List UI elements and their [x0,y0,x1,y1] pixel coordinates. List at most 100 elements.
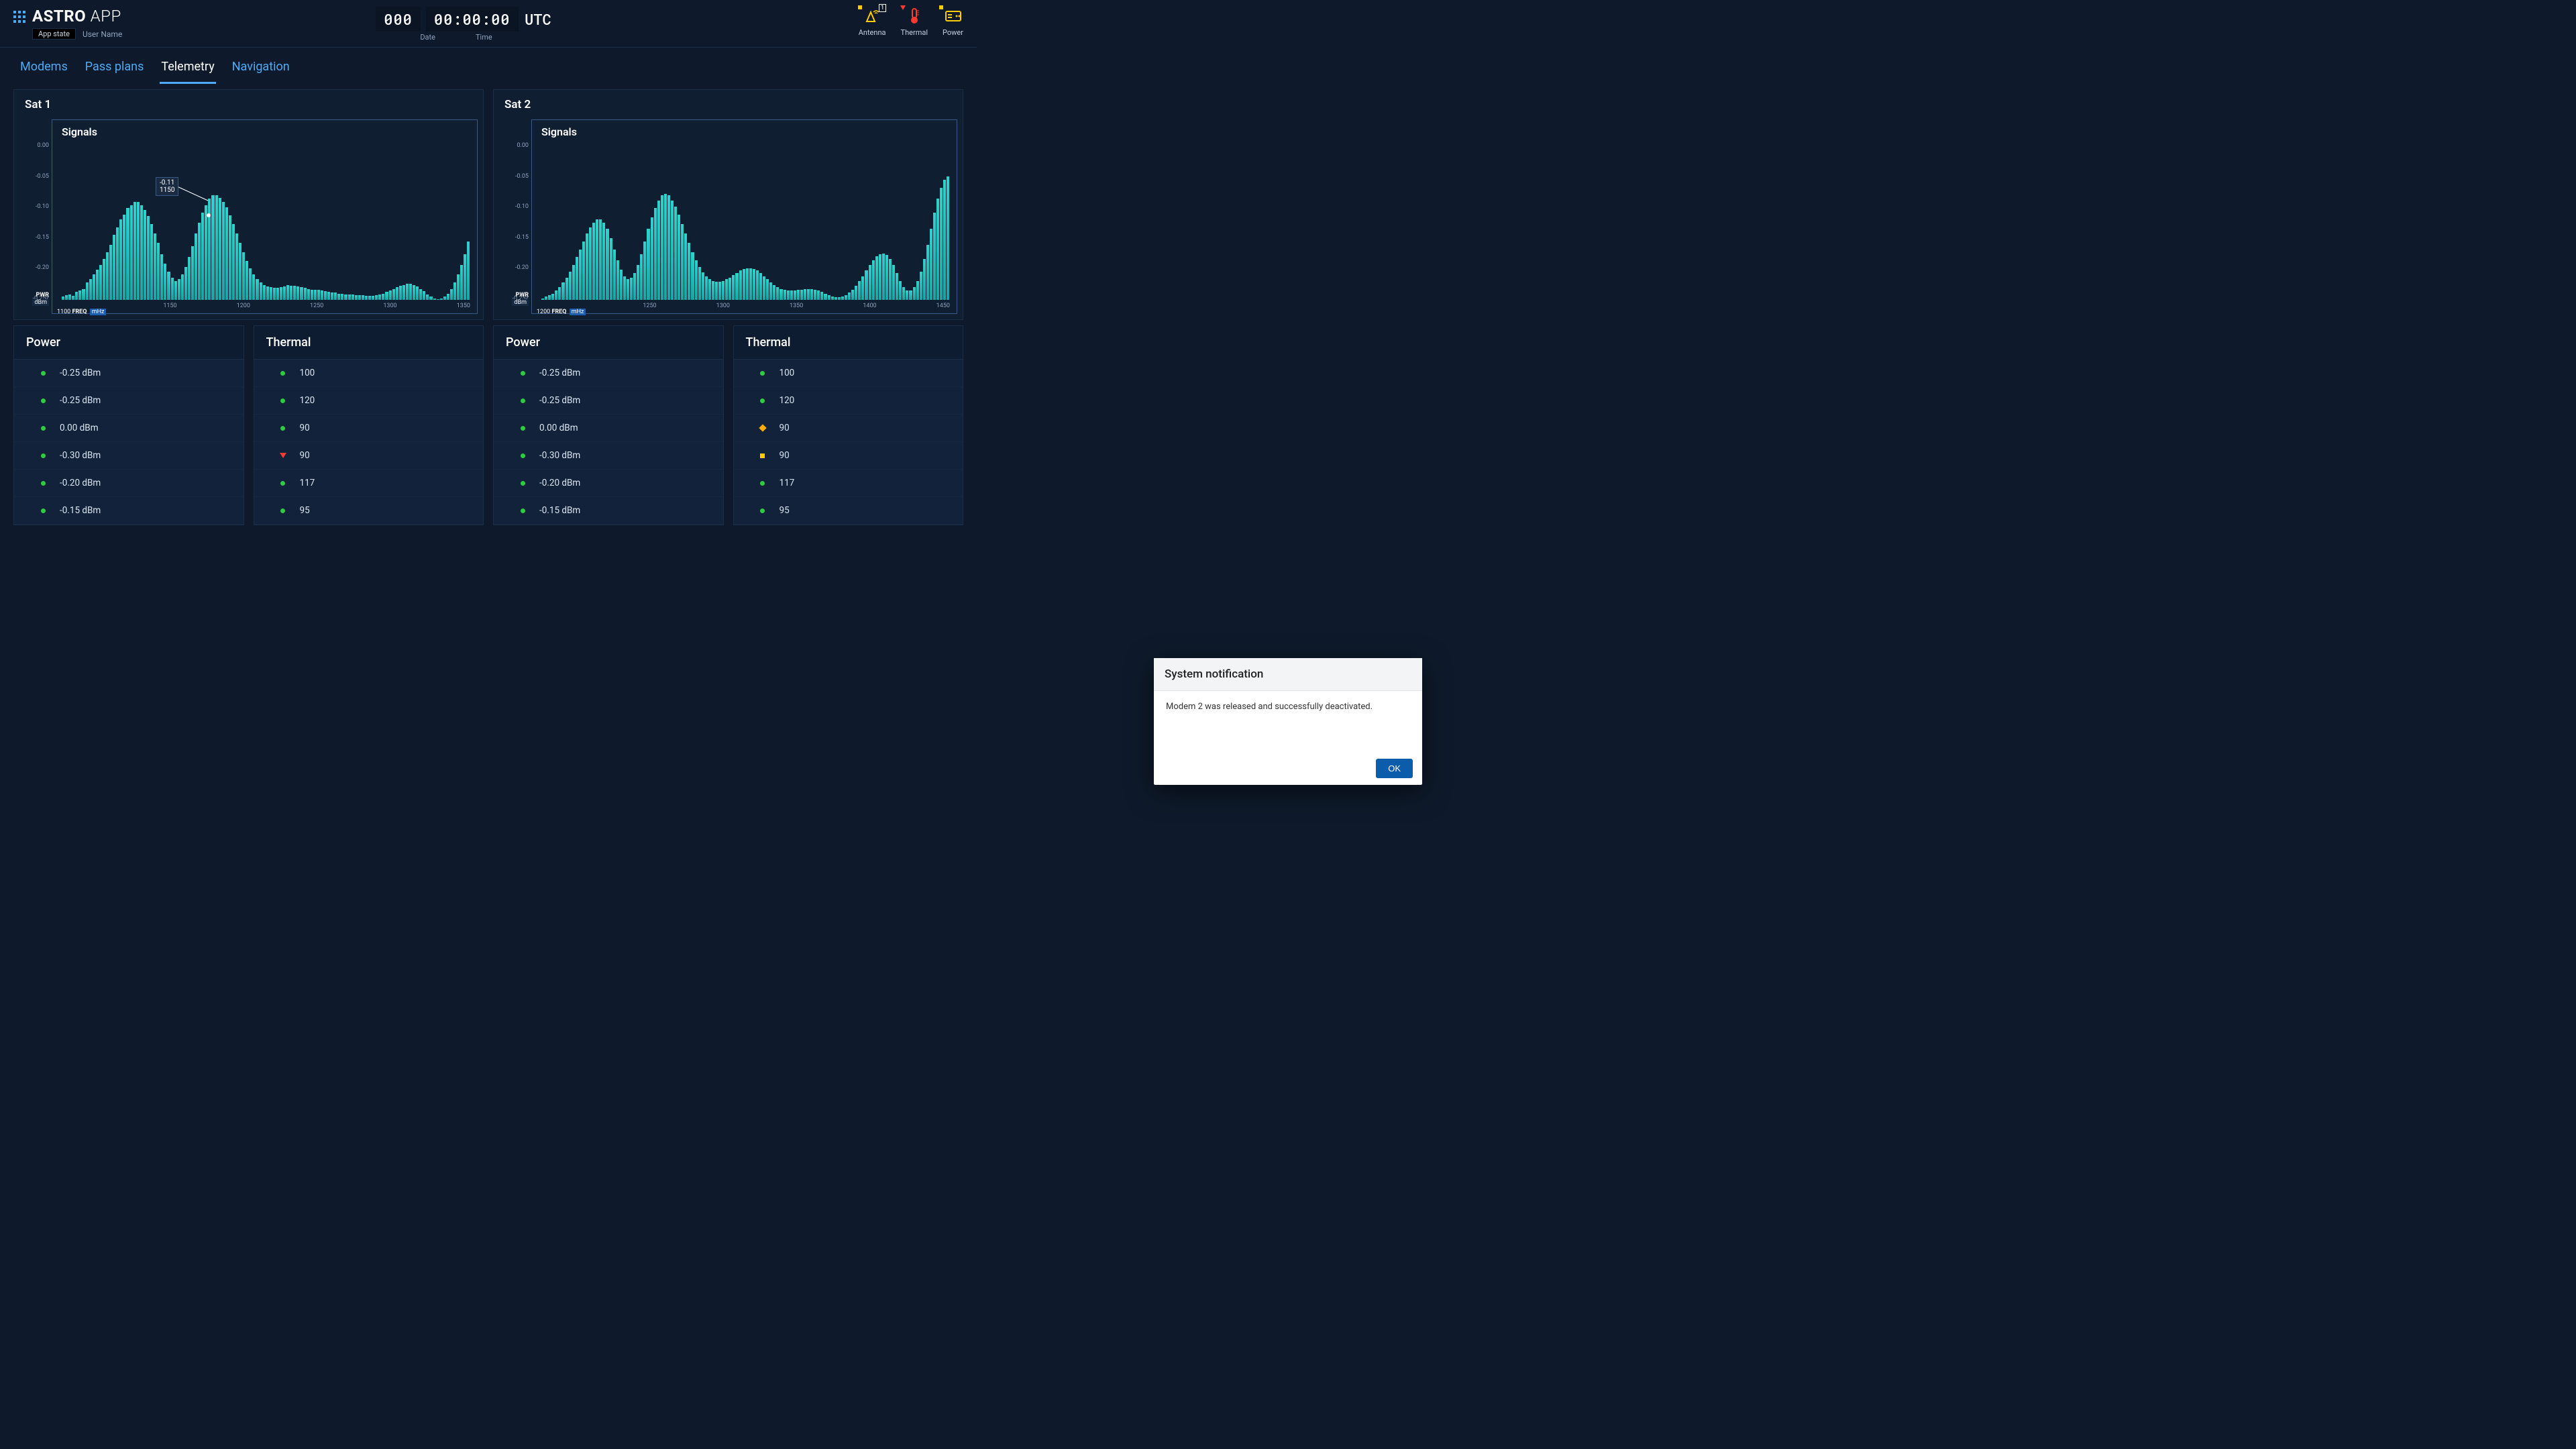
power-card: Power-0.25 dBm-0.25 dBm0.00 dBm-0.30 dBm… [13,325,244,525]
tabs-nav: Modems Pass plans Telemetry Navigation [0,48,977,84]
status-ok-icon [760,371,765,376]
status-ok-icon [41,398,46,403]
signals-chart[interactable]: 0.00-0.05-0.10-0.15-0.20-0.25zPWRdBm Sign… [14,119,483,319]
tab-pass-plans[interactable]: Pass plans [84,54,146,84]
thermal-row[interactable]: 120 [734,387,963,415]
status-ok-icon [280,508,285,513]
thermal-header: Thermal [734,326,963,360]
power-row[interactable]: -0.25 dBm [494,360,723,387]
power-row[interactable]: -0.25 dBm [14,387,244,415]
status-caution-icon [760,453,765,458]
status-label: Antenna [859,28,886,37]
sat-title: Sat 1 [14,90,483,119]
status-power[interactable]: Power [943,7,963,37]
x-axis-label: 1200 FREQ mHz [537,309,586,315]
x-axis-ticks: 120012501300135014001450 [570,303,950,309]
sat-title: Sat 2 [494,90,963,119]
metric-value: 95 [780,505,790,516]
main-content: Sat 10.00-0.05-0.10-0.15-0.20-0.25zPWRdB… [0,89,977,525]
metric-value: -0.25 dBm [539,395,580,406]
power-row[interactable]: 0.00 dBm [494,415,723,442]
x-axis-ticks: 110011501200125013001350 [90,303,470,309]
status-ok-icon [760,508,765,513]
status-indicators: 1 Antenna Thermal Power [859,7,963,37]
power-icon [943,7,963,25]
tooltip-leader-line [176,186,216,206]
y-axis-ticks: 0.00-0.05-0.10-0.15-0.20-0.25z [21,142,49,302]
thermal-row[interactable]: 95 [734,497,963,525]
alert-triangle-icon [900,5,906,10]
alert-square-icon [939,5,943,9]
sat-panel: Sat 10.00-0.05-0.10-0.15-0.20-0.25zPWRdB… [13,89,484,320]
metrics-row: Power-0.25 dBm-0.25 dBm0.00 dBm-0.30 dBm… [13,325,484,525]
power-row[interactable]: -0.15 dBm [14,497,244,525]
power-row[interactable]: -0.25 dBm [494,387,723,415]
tab-telemetry[interactable]: Telemetry [160,54,215,84]
y-axis-ticks: 0.00-0.05-0.10-0.15-0.20-0.25z [500,142,529,302]
status-count-badge: 1 [879,4,886,12]
thermal-row[interactable]: 100 [254,360,484,387]
thermal-row[interactable]: 117 [734,470,963,497]
status-ok-icon [41,453,46,458]
status-antenna[interactable]: 1 Antenna [859,7,886,37]
thermal-icon [904,7,924,25]
tab-modems[interactable]: Modems [19,54,69,84]
metric-value: -0.25 dBm [60,395,101,406]
metric-value: -0.20 dBm [539,478,580,488]
status-ok-icon [280,398,285,403]
thermal-row[interactable]: 117 [254,470,484,497]
power-row[interactable]: -0.30 dBm [14,442,244,470]
status-ok-icon [41,508,46,513]
thermal-row[interactable]: 95 [254,497,484,525]
metric-value: 90 [300,423,310,433]
thermal-row[interactable]: 120 [254,387,484,415]
sat-column-2: Sat 20.00-0.05-0.10-0.15-0.20-0.25zPWRdB… [493,89,963,525]
tab-navigation[interactable]: Navigation [231,54,291,84]
y-axis-label: PWRdBm [21,292,49,306]
status-ok-icon [41,371,46,376]
time-caption: Time [476,33,492,42]
thermal-row[interactable]: 90 [254,415,484,442]
app-grid-icon[interactable] [13,11,25,23]
power-row[interactable]: -0.25 dBm [14,360,244,387]
status-ok-icon [521,481,525,486]
thermal-row[interactable]: 90 [734,442,963,470]
status-ok-icon [521,453,525,458]
status-ok-icon [280,371,285,376]
thermal-card: Thermal100120909011795 [254,325,484,525]
thermal-row[interactable]: 90 [254,442,484,470]
thermal-row[interactable]: 90 [734,415,963,442]
metric-value: 0.00 dBm [539,423,578,433]
metric-value: -0.20 dBm [60,478,101,488]
status-thermal[interactable]: Thermal [901,7,928,37]
power-row[interactable]: -0.20 dBm [14,470,244,497]
metric-value: 95 [300,505,310,516]
thermal-card: Thermal100120909011795 [733,325,964,525]
signals-chart[interactable]: 0.00-0.05-0.10-0.15-0.20-0.25zPWRdBmSign… [494,119,963,319]
chart-bars [62,140,470,300]
power-row[interactable]: -0.30 dBm [494,442,723,470]
chart-datapoint-icon [207,213,211,217]
sat-panel: Sat 20.00-0.05-0.10-0.15-0.20-0.25zPWRdB… [493,89,963,320]
power-header: Power [494,326,723,360]
sat-column-1: Sat 10.00-0.05-0.10-0.15-0.20-0.25zPWRdB… [13,89,484,525]
metric-value: -0.30 dBm [539,450,580,461]
metric-value: 120 [780,395,795,406]
status-critical-icon [280,453,286,458]
power-row[interactable]: -0.20 dBm [494,470,723,497]
status-label: Thermal [901,28,928,37]
power-row[interactable]: -0.15 dBm [494,497,723,525]
ok-button[interactable]: OK [1376,759,1413,778]
status-ok-icon [760,481,765,486]
power-row[interactable]: 0.00 dBm [14,415,244,442]
metric-value: 120 [300,395,315,406]
status-ok-icon [280,481,285,486]
metric-value: -0.15 dBm [539,505,580,516]
status-ok-icon [521,398,525,403]
status-ok-icon [760,398,765,403]
power-header: Power [14,326,244,360]
thermal-row[interactable]: 100 [734,360,963,387]
metric-value: -0.30 dBm [60,450,101,461]
clock-tz: UTC [525,9,551,29]
signals-title: Signals [62,125,470,138]
